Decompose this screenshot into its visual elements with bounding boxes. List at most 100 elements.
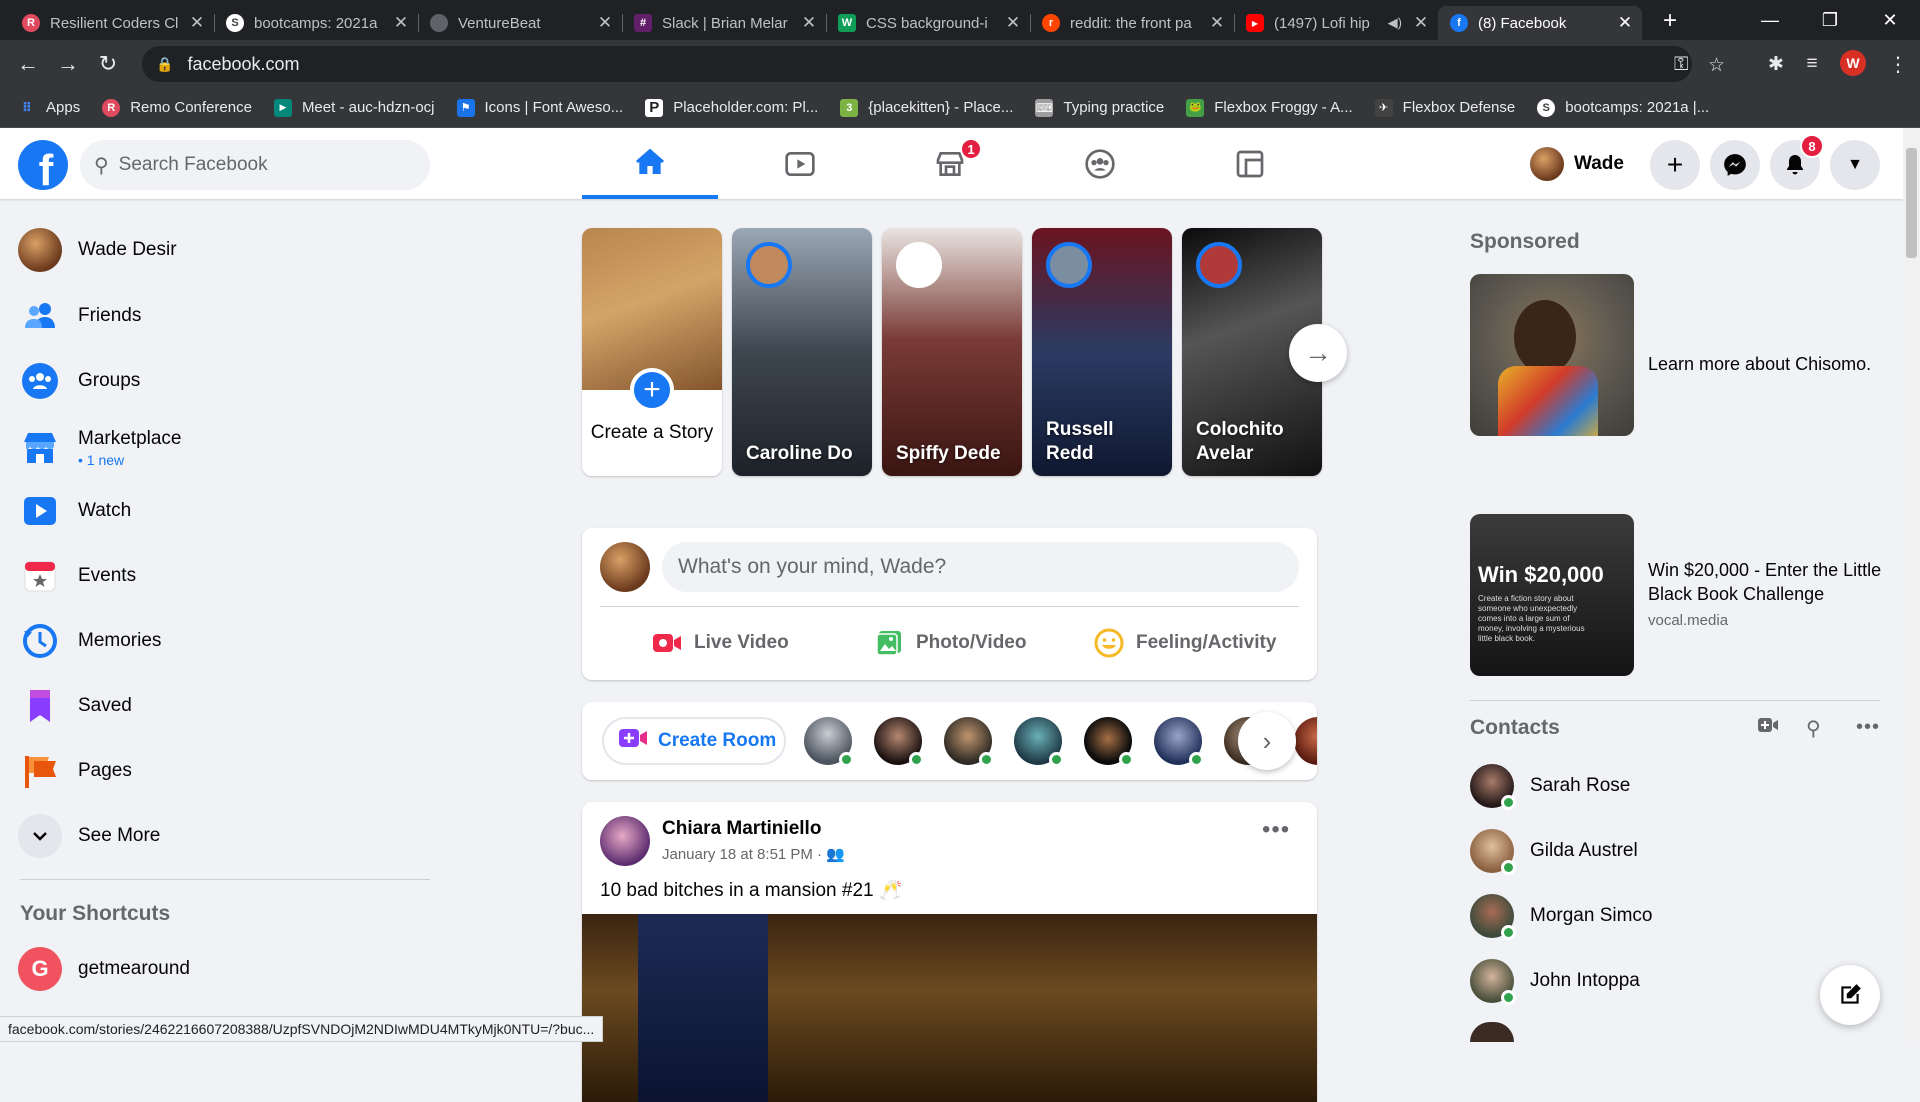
sidebar-item-saved[interactable]: Saved (18, 678, 438, 734)
see-more-button[interactable]: See More (18, 808, 438, 864)
bookmark-item[interactable]: 🐸 Flexbox Froggy - A... (1186, 98, 1353, 117)
story-card[interactable]: Spiffy Dede (882, 228, 1022, 476)
bookmark-item[interactable]: R Remo Conference (102, 98, 252, 117)
sidebar-item-memories[interactable]: Memories (18, 613, 438, 669)
nav-tab-home[interactable] (582, 128, 718, 199)
room-contact-avatar[interactable] (1294, 717, 1317, 765)
sponsored-ad[interactable]: Win $20,000 Create a fiction story about… (1470, 514, 1881, 676)
composer-input[interactable]: What's on your mind, Wade? (662, 542, 1299, 592)
close-tab-icon[interactable]: ✕ (1208, 13, 1226, 33)
page-scrollbar[interactable] (1903, 128, 1920, 1042)
search-input[interactable] (118, 154, 379, 176)
room-contact-avatar[interactable] (1154, 717, 1204, 767)
close-tab-icon[interactable]: ✕ (800, 13, 818, 33)
search-contacts-icon[interactable]: ⚲ (1806, 716, 1821, 741)
room-contact-avatar[interactable] (804, 717, 854, 767)
shortcut-item[interactable]: G getmearound (18, 941, 438, 997)
create-button[interactable]: + (1650, 140, 1700, 190)
bookmark-item[interactable]: 3 {placekitten} - Place... (840, 98, 1013, 117)
sponsored-ad[interactable]: Learn more about Chisomo. (1470, 274, 1871, 436)
browser-tab[interactable]: ▶ (1497) Lofi hip ◀) ✕ (1234, 6, 1438, 40)
restore-icon[interactable]: ❐ (1800, 0, 1860, 40)
speaker-icon[interactable]: ◀) (1388, 15, 1402, 31)
minimize-icon[interactable]: — (1740, 0, 1800, 40)
browser-tab-active[interactable]: f (8) Facebook ✕ (1438, 6, 1642, 40)
search-box[interactable]: ⚲ (80, 140, 430, 190)
browser-tab[interactable]: VentureBeat ✕ (418, 6, 623, 40)
close-tab-icon[interactable]: ✕ (1412, 13, 1430, 33)
browser-tab[interactable]: Sbootcamps: 2021a ✕ (214, 6, 419, 40)
reload-icon[interactable]: ↻ (94, 50, 122, 78)
browser-tab[interactable]: # Slack | Brian Melar ✕ (622, 6, 827, 40)
room-contact-avatar[interactable] (944, 717, 994, 767)
sidebar-item-friends[interactable]: Friends (18, 288, 438, 344)
sidebar-item-watch[interactable]: Watch (18, 483, 438, 539)
sidebar-item-marketplace[interactable]: Marketplace • 1 new (18, 418, 438, 478)
browser-tab[interactable]: r reddit: the front pa ✕ (1030, 6, 1235, 40)
room-contact-avatar[interactable] (1084, 717, 1134, 767)
avatar[interactable] (600, 816, 650, 866)
media-queue-icon[interactable]: ≡ (1798, 50, 1826, 78)
close-tab-icon[interactable]: ✕ (188, 13, 206, 33)
nav-tab-watch[interactable] (732, 128, 868, 199)
live-video-button[interactable]: Live Video (652, 618, 789, 668)
new-tab-button[interactable]: + (1654, 6, 1686, 36)
notifications-button[interactable]: 8 (1770, 134, 1824, 190)
close-tab-icon[interactable]: ✕ (392, 13, 410, 33)
contacts-options-icon[interactable]: ••• (1856, 716, 1880, 739)
extensions-icon[interactable]: ✱ (1762, 50, 1790, 78)
bookmark-star-icon[interactable]: ☆ (1708, 54, 1725, 77)
new-room-icon[interactable] (1757, 716, 1779, 740)
post-media[interactable] (582, 914, 1317, 1102)
new-message-button[interactable] (1820, 965, 1880, 1025)
forward-icon[interactable]: → (54, 50, 82, 78)
bookmark-item[interactable]: ⚑ Icons | Font Aweso... (456, 98, 623, 117)
feeling-activity-button[interactable]: Feeling/Activity (1094, 618, 1276, 668)
bookmark-item[interactable]: ⠿ Apps (18, 99, 80, 117)
browser-tab[interactable]: W CSS background-i ✕ (826, 6, 1031, 40)
photo-video-button[interactable]: Photo/Video (874, 618, 1026, 668)
header-profile-button[interactable]: Wade (1530, 146, 1636, 182)
sidebar-item-events[interactable]: Events (18, 548, 438, 604)
post-options-icon[interactable]: ••• (1262, 816, 1290, 844)
nav-tab-marketplace[interactable]: 1 (882, 128, 1018, 199)
story-card[interactable]: Caroline Do (732, 228, 872, 476)
create-story-card[interactable]: + Create a Story (582, 228, 722, 476)
lock-icon[interactable]: 🔒 (156, 56, 173, 73)
sidebar-item-groups[interactable]: Groups (18, 353, 438, 409)
bookmark-item[interactable]: P Placeholder.com: Pl... (645, 98, 818, 117)
browser-menu-icon[interactable]: ⋮ (1884, 50, 1912, 78)
address-bar[interactable]: 🔒 facebook.com ⚿ ☆ (142, 46, 1725, 82)
rooms-next-button[interactable]: › (1238, 712, 1296, 770)
browser-tab[interactable]: R Resilient Coders Cl ✕ (10, 6, 215, 40)
close-tab-icon[interactable]: ✕ (1004, 13, 1022, 33)
bookmark-item[interactable]: ⌨ Typing practice (1035, 98, 1164, 117)
contact-item[interactable]: Sarah Rose (1470, 758, 1890, 814)
bookmark-item[interactable]: ✈ Flexbox Defense (1374, 98, 1515, 117)
bookmark-item[interactable]: Sbootcamps: 2021a |... (1537, 98, 1709, 117)
post-time[interactable]: January 18 at 8:51 PM · (662, 846, 826, 863)
bookmark-item[interactable]: ▶ Meet - auc-hdzn-ocj (273, 98, 435, 117)
story-card[interactable]: Russell Redd (1032, 228, 1172, 476)
nav-tab-groups[interactable] (1032, 128, 1168, 199)
avatar[interactable] (1470, 1022, 1514, 1042)
close-tab-icon[interactable]: ✕ (596, 13, 614, 33)
room-contact-avatar[interactable] (1014, 717, 1064, 767)
browser-profile-avatar[interactable]: W (1840, 50, 1866, 76)
sidebar-item-pages[interactable]: Pages (18, 743, 438, 799)
create-room-button[interactable]: Create Room (602, 717, 786, 765)
key-icon[interactable]: ⚿ (1674, 54, 1688, 76)
scrollbar-thumb[interactable] (1906, 148, 1917, 258)
facebook-logo[interactable]: f (18, 140, 68, 190)
close-tab-icon[interactable]: ✕ (1616, 13, 1634, 33)
account-menu-button[interactable]: ▼ (1830, 140, 1880, 190)
room-contact-avatar[interactable] (874, 717, 924, 767)
sidebar-item-profile[interactable]: Wade Desir (18, 222, 438, 278)
post-author[interactable]: Chiara Martiniello (662, 818, 821, 840)
contact-item[interactable]: Morgan Simco (1470, 888, 1890, 944)
close-window-icon[interactable]: ✕ (1860, 0, 1920, 40)
stories-next-button[interactable]: → (1289, 324, 1347, 382)
nav-tab-gaming[interactable] (1182, 128, 1318, 199)
contact-item[interactable]: Gilda Austrel (1470, 823, 1890, 879)
back-icon[interactable]: ← (14, 50, 42, 78)
